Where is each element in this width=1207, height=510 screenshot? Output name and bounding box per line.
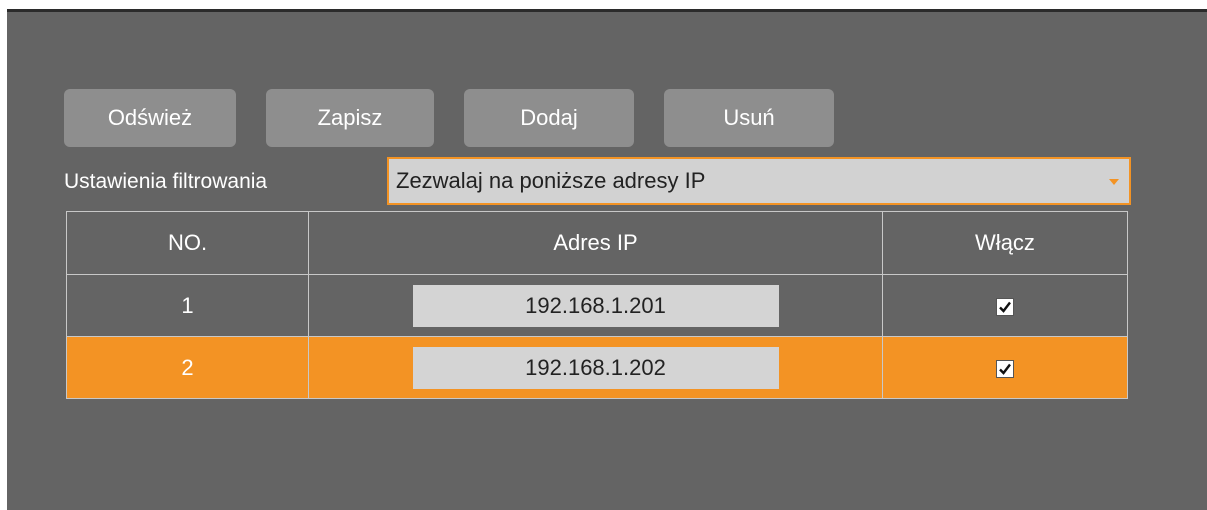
ip-address-table: NO. Adres IP Włącz 1 192.168.1.201 2 192… xyxy=(66,211,1128,399)
dropdown-caret-icon xyxy=(1109,179,1119,185)
refresh-button[interactable]: Odśwież xyxy=(64,89,236,147)
toolbar: Odśwież Zapisz Dodaj Usuń xyxy=(64,89,834,147)
add-button[interactable]: Dodaj xyxy=(464,89,634,147)
filter-settings-label: Ustawienia filtrowania xyxy=(64,170,268,193)
enable-cell xyxy=(882,274,1128,337)
table-row[interactable]: 2 192.168.1.202 xyxy=(66,336,1128,399)
checkmark-icon xyxy=(999,363,1011,375)
enable-cell xyxy=(882,336,1128,399)
checkmark-icon xyxy=(999,301,1011,313)
ip-cell: 192.168.1.202 xyxy=(308,336,883,399)
column-header-ip-address: Adres IP xyxy=(308,211,883,275)
filter-mode-value: Zezwalaj na poniższe adresy IP xyxy=(396,168,706,193)
row-number: 2 xyxy=(66,336,309,399)
ip-cell: 192.168.1.201 xyxy=(308,274,883,337)
column-header-no: NO. xyxy=(66,211,309,275)
enable-checkbox[interactable] xyxy=(996,297,1014,316)
filter-mode-select[interactable]: Zezwalaj na poniższe adresy IP xyxy=(387,157,1131,205)
remove-button[interactable]: Usuń xyxy=(664,89,834,147)
ip-address-field[interactable]: 192.168.1.201 xyxy=(412,284,779,327)
row-number: 1 xyxy=(66,274,309,337)
ip-address-field[interactable]: 192.168.1.202 xyxy=(412,346,779,389)
table-header-row: NO. Adres IP Włącz xyxy=(66,211,1128,275)
save-button[interactable]: Zapisz xyxy=(266,89,434,147)
enable-checkbox[interactable] xyxy=(996,359,1014,378)
table-row[interactable]: 1 192.168.1.201 xyxy=(66,274,1128,337)
column-header-enable: Włącz xyxy=(882,211,1128,275)
